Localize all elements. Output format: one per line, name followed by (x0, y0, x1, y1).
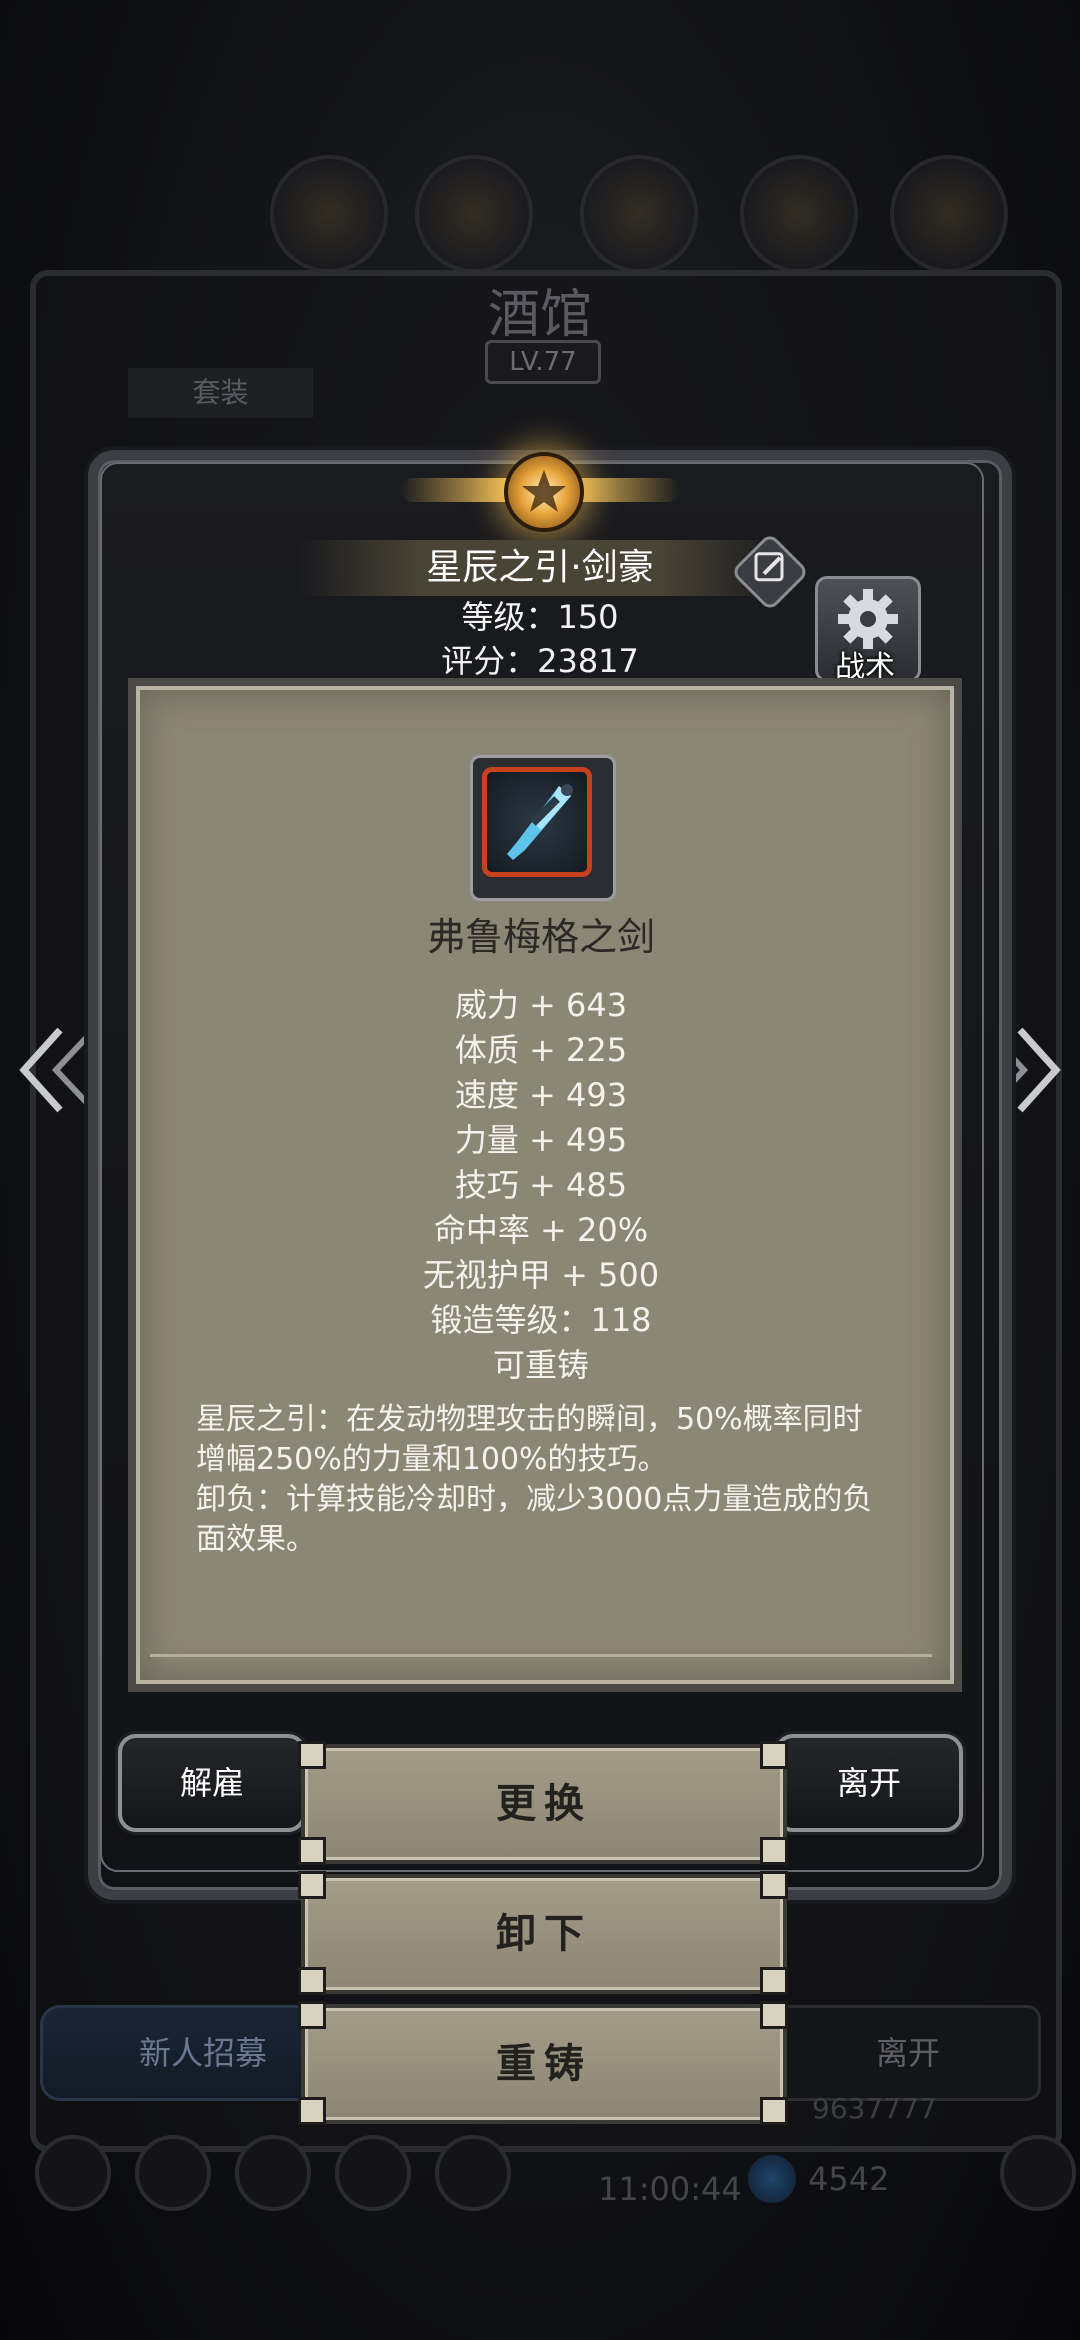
pencil-icon (754, 552, 784, 582)
button-corner-ornament (298, 1871, 326, 1899)
button-corner-ornament (298, 1967, 326, 1995)
bg-menu-icon (235, 2135, 311, 2211)
button-corner-ornament (760, 1741, 788, 1769)
button-corner-ornament (760, 1871, 788, 1899)
stat-line: 速度 + 493 (454, 1076, 628, 1114)
bg-add-icon (1000, 2135, 1076, 2211)
bg-hero-slot-icon (580, 155, 698, 273)
stat-line: 技巧 + 485 (454, 1166, 628, 1204)
button-corner-ornament (298, 1837, 326, 1865)
bg-hero-slot-icon (270, 155, 388, 273)
skill-description: 卸负：计算技能冷却时，减少3000点力量造成的负面效果。 (196, 1482, 873, 1557)
bg-level-badge: LV.77 (485, 340, 601, 384)
button-corner-ornament (760, 2001, 788, 2029)
unequip-button[interactable]: 卸下 (301, 1874, 787, 1994)
item-name: 弗鲁梅格之剑 (426, 915, 655, 959)
reforge-button[interactable]: 重铸 (301, 2004, 787, 2124)
stat-line: 锻造等级：118 (430, 1301, 652, 1339)
bg-tab-set: 套装 (128, 368, 313, 418)
bg-menu-icon (135, 2135, 211, 2211)
item-description: 星辰之引：在发动物理攻击的瞬间，50%概率同时增幅250%的力量和100%的技巧… (196, 1400, 886, 1560)
bg-menu-icon (35, 2135, 111, 2211)
button-corner-ornament (298, 2001, 326, 2029)
hero-rank-emblem-icon (504, 452, 584, 532)
bg-menu-icon (335, 2135, 411, 2211)
stat-line: 命中率 + 20% (433, 1211, 649, 1249)
reforgeable-note: 可重铸 (492, 1346, 589, 1384)
bg-menu-icon (435, 2135, 511, 2211)
skill-description: 星辰之引：在发动物理攻击的瞬间，50%概率同时增幅250%的力量和100%的技巧… (196, 1402, 863, 1477)
stat-line: 力量 + 495 (454, 1121, 628, 1159)
stat-line: 无视护甲 + 500 (422, 1256, 660, 1294)
bg-gem-count: 4542 (808, 2160, 890, 2198)
bg-hero-slot-icon (740, 155, 858, 273)
dismiss-button[interactable]: 解雇 (118, 1734, 306, 1832)
stat-line: 威力 + 643 (454, 986, 628, 1024)
button-corner-ornament (298, 1741, 326, 1769)
previous-hero-arrow-icon[interactable] (12, 1020, 92, 1120)
bg-gem-icon (748, 2155, 796, 2203)
bg-hero-slot-icon (890, 155, 1008, 273)
stat-line: 体质 + 225 (454, 1031, 628, 1069)
button-corner-ornament (760, 1837, 788, 1865)
bg-timer: 11:00:44 (598, 2170, 742, 2208)
bg-leave-button: 离开 (775, 2005, 1041, 2101)
bg-page-title: 酒馆 (487, 285, 592, 345)
replace-button[interactable]: 更换 (301, 1744, 787, 1864)
button-corner-ornament (760, 2097, 788, 2125)
parchment-bottom-rule (150, 1654, 932, 1657)
item-stats-list: 威力 + 643 体质 + 225 速度 + 493 力量 + 495 技巧 +… (136, 983, 946, 1388)
bg-hero-slot-icon (415, 155, 533, 273)
button-corner-ornament (298, 2097, 326, 2125)
bg-gold-amount: 9637777 (812, 2092, 937, 2125)
ice-sword-icon (482, 767, 592, 877)
leave-button[interactable]: 离开 (775, 1734, 963, 1832)
hero-name: 星辰之引·剑豪 (426, 547, 654, 588)
button-corner-ornament (760, 1967, 788, 1995)
tactics-label: 战术 (835, 650, 895, 685)
